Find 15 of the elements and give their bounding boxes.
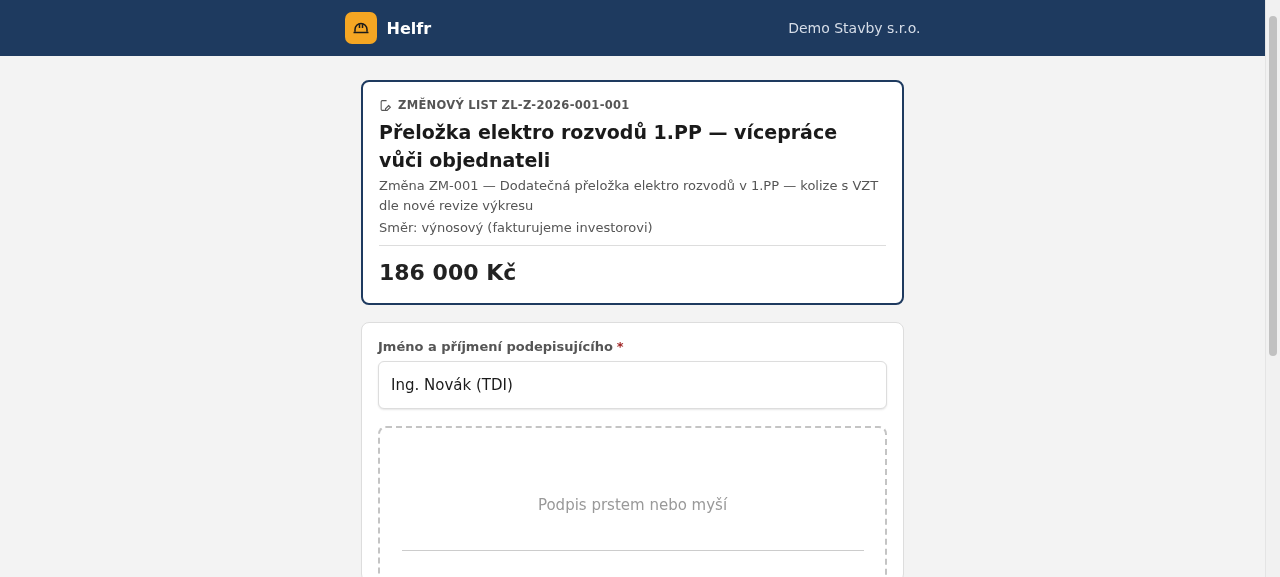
app-name: Helfr — [386, 18, 432, 38]
company-name: Demo Stavby s.r.o. — [788, 20, 921, 36]
signature-placeholder: Podpis prstem nebo myší — [537, 496, 728, 514]
name-input-field[interactable]: Ing. Novák (TDI) — [378, 361, 887, 409]
change-direction: Směr: výnosový (fakturujeme investorovi) — [379, 220, 654, 235]
change-sheet-number: ZMĚNOVÝ LIST ZL-Z-2026-001-001 — [398, 98, 630, 112]
scrollbar[interactable] — [1265, 0, 1280, 577]
helmet-logo-icon — [344, 12, 377, 44]
document-edit-icon — [379, 98, 392, 112]
change-title: Přeložka elektro rozvodů 1.PP — vícepráce vůči objednateli — [379, 120, 839, 173]
field-label: Jméno a příjmení podepisujícího — [378, 339, 613, 354]
required-mark: * — [616, 339, 624, 354]
change-amount: 186 000 Kč — [379, 260, 518, 285]
scrollbar-thumb[interactable] — [1269, 16, 1277, 356]
change-description: Změna ZM-001 — Dodatečná přeložka elektro rozvodů v 1.PP — kolize s VZT dle nové revize výkresu — [379, 177, 880, 215]
